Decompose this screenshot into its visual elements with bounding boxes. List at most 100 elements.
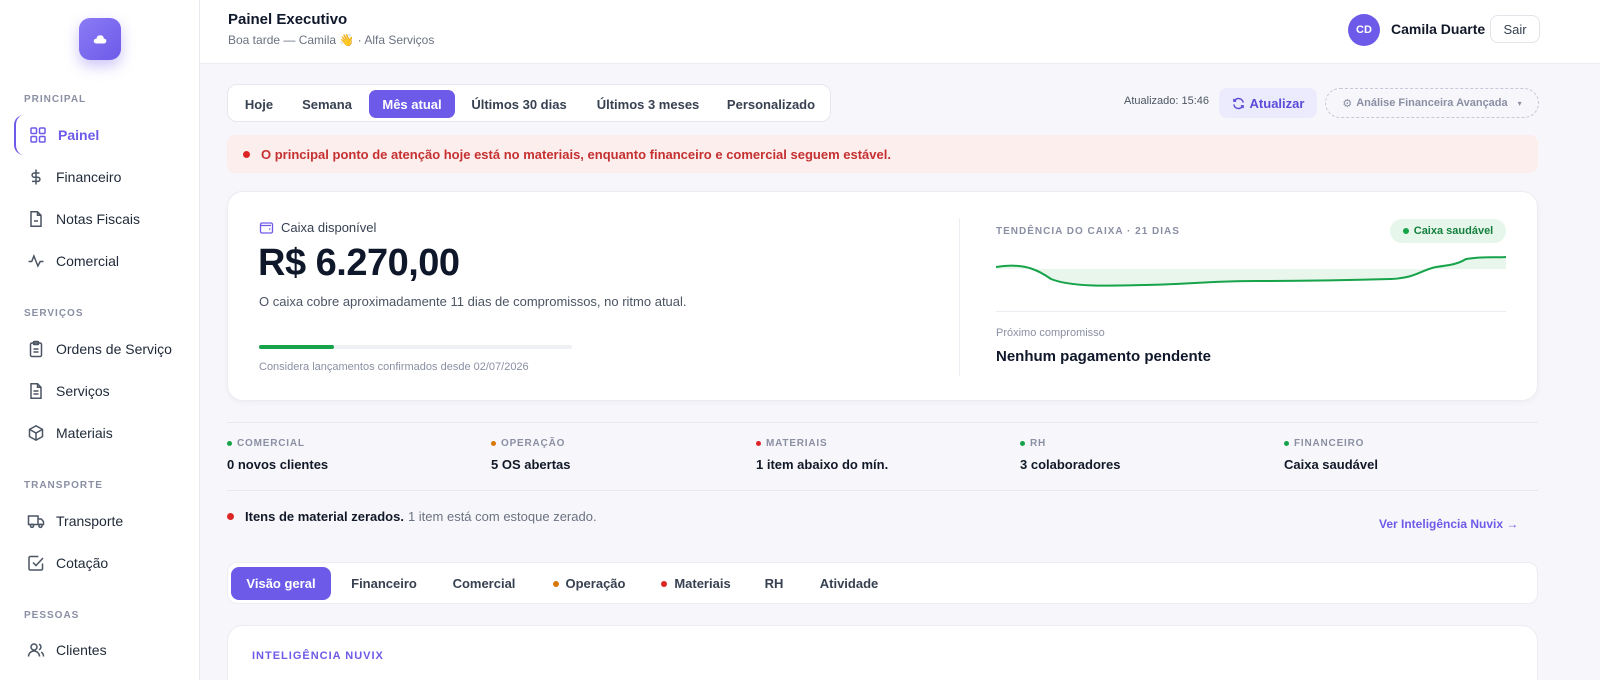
sidebar-item-comercial[interactable]: Comercial bbox=[14, 241, 186, 281]
sidebar-item-clientes[interactable]: Clientes bbox=[14, 630, 186, 670]
status-badge-text: Caixa saudável bbox=[1413, 225, 1494, 237]
kpi-label: OPERAÇÃO bbox=[501, 438, 566, 449]
sidebar-item-label: Cotação bbox=[56, 555, 109, 571]
period-tab-ultimos-3-meses[interactable]: Últimos 3 meses bbox=[583, 90, 713, 118]
nav-section-principal: PRINCIPAL bbox=[24, 94, 87, 105]
activity-icon bbox=[27, 252, 45, 270]
kpi-materiais[interactable]: MATERIAIS 1 item abaixo do mín. bbox=[756, 438, 1006, 472]
notice-title: Itens de material zerados. bbox=[245, 509, 404, 524]
tab-label: Operação bbox=[565, 576, 626, 591]
tab-rh[interactable]: RH bbox=[754, 567, 794, 600]
tab-atividade[interactable]: Atividade bbox=[808, 567, 890, 600]
kpi-value: Caixa saudável bbox=[1284, 457, 1378, 472]
cash-trend-sparkline bbox=[996, 256, 1506, 287]
app-logo[interactable] bbox=[79, 18, 121, 60]
tab-label: Atividade bbox=[819, 576, 879, 591]
kpi-status-dot bbox=[1020, 441, 1025, 446]
tab-label: Financeiro bbox=[351, 576, 417, 591]
gear-icon: ⚙ bbox=[1342, 97, 1353, 110]
sidebar-item-cotacao[interactable]: Cotação bbox=[14, 543, 186, 583]
period-tab-ultimos-30-dias[interactable]: Últimos 30 dias bbox=[459, 90, 579, 118]
period-selector: Hoje Semana Mês atual Últimos 30 dias Úl… bbox=[227, 84, 831, 122]
cash-label: Caixa disponível bbox=[259, 220, 376, 235]
kpi-status-dot bbox=[1284, 441, 1289, 446]
refresh-button[interactable]: Atualizar bbox=[1219, 88, 1317, 118]
tab-status-dot bbox=[552, 580, 559, 587]
clipboard-icon bbox=[27, 340, 45, 358]
divider bbox=[996, 311, 1506, 312]
sidebar-item-ordens-servico[interactable]: Ordens de Serviço bbox=[14, 329, 186, 369]
tab-operacao[interactable]: Operação bbox=[539, 567, 639, 600]
users-icon bbox=[27, 641, 45, 659]
nav-section-servicos: SERVIÇOS bbox=[24, 308, 84, 319]
trend-title: TENDÊNCIA DO CAIXA · 21 DIAS bbox=[996, 226, 1180, 237]
sidebar-item-servicos[interactable]: Serviços bbox=[14, 371, 186, 411]
next-commitment-label: Próximo compromisso bbox=[996, 327, 1105, 339]
cash-description: O caixa cobre aproximadamente 11 dias de… bbox=[259, 294, 687, 309]
period-tab-semana[interactable]: Semana bbox=[289, 90, 365, 118]
kpi-financeiro[interactable]: FINANCEIRO Caixa saudável bbox=[1284, 438, 1534, 472]
tab-visao-geral[interactable]: Visão geral bbox=[231, 567, 331, 600]
divider bbox=[227, 490, 1538, 491]
logout-button[interactable]: Sair bbox=[1490, 15, 1540, 43]
sidebar-item-financeiro[interactable]: Financeiro bbox=[14, 157, 186, 197]
cash-value: R$ 6.270,00 bbox=[258, 242, 460, 284]
avatar[interactable]: CD bbox=[1348, 14, 1380, 46]
last-updated: Atualizado: 15:46 bbox=[1124, 95, 1210, 107]
kpi-label: COMERCIAL bbox=[237, 438, 305, 449]
page-subtitle: Boa tarde — Camila 👋 · Alfa Serviços bbox=[228, 33, 435, 47]
cash-card: Caixa disponível R$ 6.270,00 O caixa cob… bbox=[227, 191, 1538, 401]
attention-alert: O principal ponto de atenção hoje está n… bbox=[227, 135, 1538, 173]
nuvix-intelligence-link[interactable]: Ver Inteligência Nuvix → bbox=[1379, 517, 1518, 531]
status-dot bbox=[1402, 228, 1409, 234]
checkbox-icon bbox=[27, 554, 45, 572]
kpi-value: 5 OS abertas bbox=[491, 457, 571, 472]
tab-financeiro[interactable]: Financeiro bbox=[338, 567, 430, 600]
kpi-rh[interactable]: RH 3 colaboradores bbox=[1020, 438, 1270, 472]
sidebar-item-materiais[interactable]: Materiais bbox=[14, 413, 186, 453]
document-icon bbox=[27, 382, 45, 400]
cash-label-text: Caixa disponível bbox=[281, 220, 377, 235]
material-notice: Itens de material zerados. 1 item está c… bbox=[227, 509, 597, 524]
advanced-analysis-button[interactable]: ⚙ Análise Financeira Avançada ▾ bbox=[1325, 88, 1539, 118]
sidebar-item-label: Painel bbox=[58, 127, 100, 143]
sidebar-item-label: Comercial bbox=[56, 253, 120, 269]
kpi-status-dot bbox=[756, 441, 761, 446]
cash-coverage-progress bbox=[259, 345, 572, 349]
section-tabs: Visão geral Financeiro Comercial Operaçã… bbox=[227, 562, 1538, 604]
cloud-icon bbox=[93, 35, 107, 44]
chevron-down-icon: ▾ bbox=[1517, 98, 1522, 108]
tab-status-dot bbox=[661, 580, 668, 587]
tab-comercial[interactable]: Comercial bbox=[438, 567, 530, 600]
kpi-comercial[interactable]: COMERCIAL 0 novos clientes bbox=[227, 438, 477, 472]
sidebar-item-notas-fiscais[interactable]: Notas Fiscais bbox=[14, 199, 186, 239]
intelligence-title: INTELIGÊNCIA NUVIX bbox=[252, 650, 384, 662]
sidebar-item-painel[interactable]: Painel bbox=[14, 115, 186, 155]
notice-text: 1 item está com estoque zerado. bbox=[407, 509, 597, 524]
sidebar-item-transporte[interactable]: Transporte bbox=[14, 501, 186, 541]
dollar-icon bbox=[27, 168, 45, 186]
period-tab-personalizado[interactable]: Personalizado bbox=[717, 90, 825, 118]
kpi-operacao[interactable]: OPERAÇÃO 5 OS abertas bbox=[491, 438, 741, 472]
kpi-value: 1 item abaixo do mín. bbox=[756, 457, 889, 472]
notice-dot bbox=[227, 513, 234, 520]
alert-text: O principal ponto de atenção hoje está n… bbox=[261, 146, 891, 162]
alert-dot bbox=[243, 150, 250, 158]
period-tab-mes-atual[interactable]: Mês atual bbox=[369, 90, 455, 118]
tab-materiais[interactable]: Materiais bbox=[650, 567, 742, 600]
period-tab-hoje[interactable]: Hoje bbox=[233, 90, 285, 118]
cash-coverage-progress-fill bbox=[259, 345, 335, 349]
tab-label: RH bbox=[764, 576, 784, 591]
tab-label: Comercial bbox=[452, 576, 516, 591]
sidebar-item-label: Financeiro bbox=[56, 169, 122, 185]
tab-label: Materiais bbox=[674, 576, 731, 591]
kpi-value: 3 colaboradores bbox=[1020, 457, 1121, 472]
intelligence-card: INTELIGÊNCIA NUVIX bbox=[227, 625, 1538, 680]
sidebar-item-label: Transporte bbox=[56, 513, 124, 529]
advanced-analysis-label: Análise Financeira Avançada bbox=[1356, 97, 1508, 109]
tab-label: Visão geral bbox=[246, 576, 316, 591]
invoice-icon bbox=[27, 210, 45, 228]
refresh-label: Atualizar bbox=[1249, 95, 1305, 111]
kpi-label: FINANCEIRO bbox=[1294, 438, 1365, 449]
sidebar-item-label: Ordens de Serviço bbox=[56, 341, 172, 357]
